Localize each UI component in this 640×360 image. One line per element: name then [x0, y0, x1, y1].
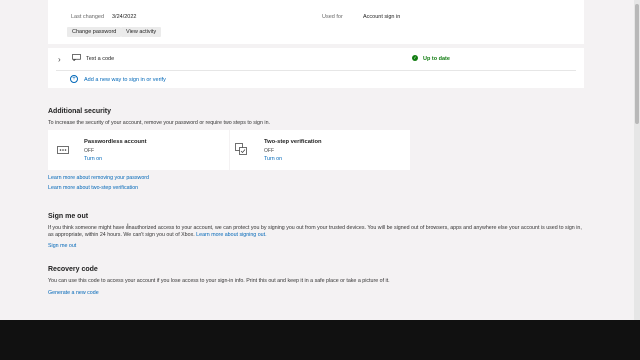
- used-for-value: Account sign in: [363, 14, 401, 20]
- learn-two-step-link[interactable]: Learn more about two-step verification: [48, 185, 138, 191]
- passwordless-title: Passwordless account: [84, 139, 147, 145]
- account-security-page: Last changed 3/24/2022 Used for Account …: [0, 0, 640, 320]
- last-changed-value: 3/24/2022: [112, 14, 137, 20]
- add-method-link[interactable]: Add a new way to sign in or verify: [84, 77, 166, 83]
- recovery-code-title: Recovery code: [48, 266, 98, 273]
- sign-me-out-text: If you think someone might have unauthor…: [48, 225, 588, 239]
- mouse-cursor-icon: I: [127, 224, 129, 230]
- additional-security-title: Additional security: [48, 108, 112, 115]
- scrollbar-thumb[interactable]: [635, 4, 639, 124]
- passwordless-state: OFF: [84, 148, 94, 154]
- used-for-label: Used for: [322, 14, 343, 20]
- generate-code-link[interactable]: Generate a new code: [48, 290, 99, 296]
- sign-me-out-title: Sign me out: [48, 213, 89, 220]
- passwordless-turn-on-link[interactable]: Turn on: [84, 156, 102, 162]
- two-step-turn-on-link[interactable]: Turn on: [264, 156, 282, 162]
- add-circle-icon[interactable]: +: [70, 75, 78, 83]
- two-step-state: OFF: [264, 148, 274, 154]
- two-step-title: Two-step verification: [264, 139, 322, 145]
- additional-security-description: To increase the security of your account…: [48, 120, 270, 126]
- password-dots-icon: [57, 146, 69, 154]
- checkmark-circle-icon: ✓: [412, 55, 418, 61]
- sign-me-out-text-line2: within 24 hours. We can't sign you out o…: [84, 232, 195, 238]
- vertical-scrollbar[interactable]: [634, 0, 640, 320]
- bottom-letterbox: [0, 320, 640, 360]
- last-changed-label: Last changed: [71, 14, 105, 20]
- learn-removing-password-link[interactable]: Learn more about removing your password: [48, 175, 149, 181]
- view-activity-button[interactable]: View activity: [121, 27, 162, 37]
- sign-me-out-link[interactable]: Sign me out: [48, 243, 76, 249]
- sign-in-methods-card: › Text a code ✓ Up to date + Add a new w…: [48, 48, 584, 88]
- change-password-button[interactable]: Change password: [67, 27, 122, 37]
- password-card: Last changed 3/24/2022 Used for Account …: [48, 0, 584, 44]
- recovery-code-text: You can use this code to access your acc…: [48, 278, 390, 284]
- divider: [56, 70, 576, 71]
- status-badge: Up to date: [423, 56, 450, 62]
- learn-signing-out-link[interactable]: Learn more about signing out.: [196, 232, 266, 238]
- text-code-label[interactable]: Text a code: [86, 56, 114, 62]
- two-step-icon: [235, 143, 247, 155]
- chevron-right-icon[interactable]: ›: [58, 55, 61, 64]
- passwordless-card[interactable]: Passwordless account OFF Turn on: [48, 130, 229, 170]
- two-step-card[interactable]: Two-step verification OFF Turn on: [230, 130, 410, 170]
- message-icon: [72, 54, 81, 61]
